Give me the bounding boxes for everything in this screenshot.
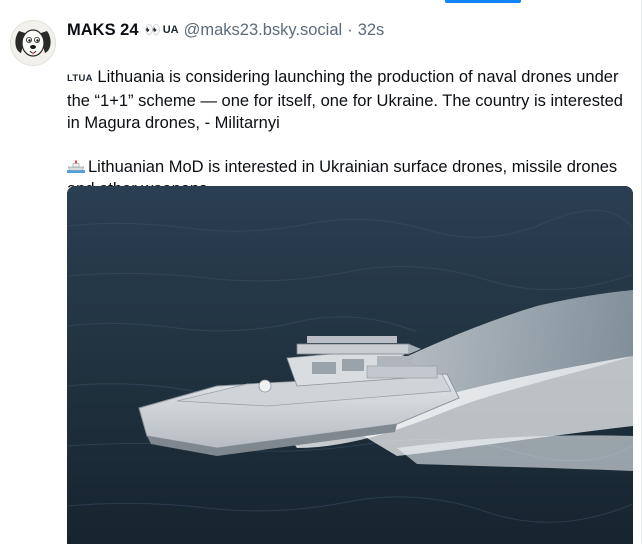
header-separator: · bbox=[347, 20, 353, 39]
country-badge: UA bbox=[162, 24, 179, 36]
eyes-emoji: 👀 bbox=[144, 22, 161, 37]
flag-tag: LTUA bbox=[67, 73, 93, 84]
naval-drone-boat-image bbox=[67, 186, 633, 544]
post-timestamp[interactable]: 32s bbox=[358, 21, 385, 40]
post-paragraph: LTUA Lithuania is considering launching … bbox=[67, 66, 632, 134]
avatar[interactable] bbox=[10, 20, 56, 66]
post-image[interactable] bbox=[67, 186, 633, 544]
author-display-name[interactable]: MAKS 24 bbox=[67, 21, 139, 40]
post-header: MAKS 24 👀 UA @maks23.bsky.social · 32s bbox=[67, 18, 384, 42]
author-handle[interactable]: @maks23.bsky.social bbox=[184, 21, 343, 40]
cartoon-dog-avatar-icon bbox=[11, 21, 55, 65]
paragraph-text: Lithuania is considering launching the p… bbox=[67, 68, 623, 132]
post-text: LTUA Lithuania is considering launching … bbox=[67, 66, 632, 200]
ship-icon bbox=[67, 160, 85, 173]
feed-post[interactable]: MAKS 24 👀 UA @maks23.bsky.social · 32s L… bbox=[0, 0, 642, 544]
